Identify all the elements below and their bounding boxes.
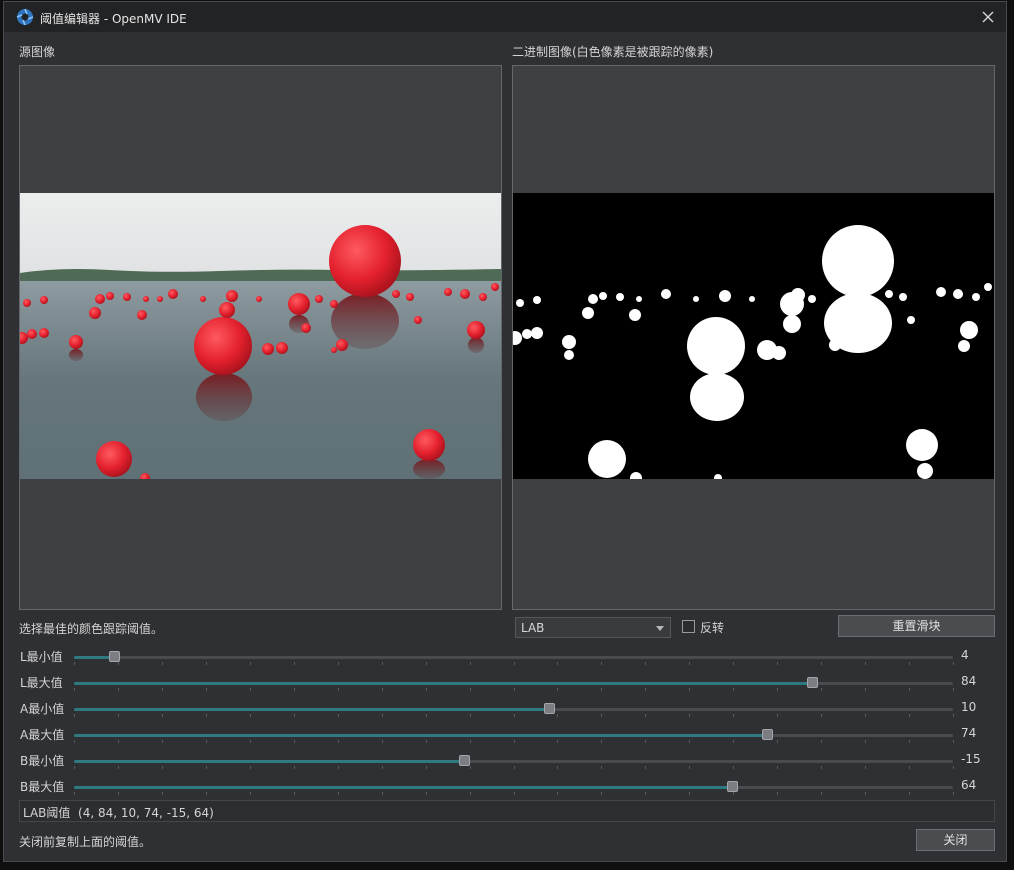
source-image-label: 源图像 <box>19 45 56 59</box>
slider-label: B最小值 <box>20 754 65 768</box>
slider-value: 64 <box>961 778 977 792</box>
slider-fill <box>74 682 813 685</box>
slider-label: A最小值 <box>20 702 65 716</box>
reset-sliders-button[interactable]: 重置滑块 <box>838 615 995 637</box>
slider-row: B最大值 64 <box>4 778 1006 798</box>
color-space-select[interactable]: LAB <box>515 617 671 638</box>
slider-handle[interactable] <box>807 677 819 688</box>
slider-fill <box>74 656 114 659</box>
invert-checkbox[interactable] <box>682 620 695 633</box>
slider-row: B最小值 -15 <box>4 752 1006 772</box>
slider-value: 4 <box>961 648 969 662</box>
slider-track[interactable] <box>74 734 953 737</box>
instruction-text: 选择最佳的颜色跟踪阈值。 <box>19 622 164 636</box>
source-image <box>20 193 501 479</box>
slider-handle[interactable] <box>108 651 120 662</box>
slider-label: L最大值 <box>20 676 63 690</box>
slider-ticks <box>74 792 954 796</box>
slider-row: A最大值 74 <box>4 726 1006 746</box>
slider-fill <box>74 734 767 737</box>
slider-fill <box>74 760 465 763</box>
threshold-result: LAB阈值 (4, 84, 10, 74, -15, 64) <box>19 800 995 822</box>
footer-note: 关闭前复制上面的阈值。 <box>19 835 152 849</box>
slider-track[interactable] <box>74 682 953 685</box>
slider-label: A最大值 <box>20 728 65 742</box>
slider-ticks <box>74 740 954 744</box>
chevron-down-icon <box>656 626 664 631</box>
slider-track[interactable] <box>74 786 953 789</box>
binary-image-label: 二进制图像(白色像素是被跟踪的像素) <box>512 45 714 59</box>
slider-fill <box>74 708 549 711</box>
invert-label[interactable]: 反转 <box>700 619 724 636</box>
openmv-aperture-icon <box>16 8 34 26</box>
slider-row: L最小值 4 <box>4 648 1006 668</box>
threshold-editor-window: 阈值编辑器 - OpenMV IDE 源图像 二进制图像(白色像素是被跟踪的像素… <box>3 1 1007 862</box>
slider-track[interactable] <box>74 656 953 659</box>
slider-label: L最小值 <box>20 650 63 664</box>
slider-value: 10 <box>961 700 977 714</box>
slider-track[interactable] <box>74 760 953 763</box>
binary-image-pane <box>512 65 995 610</box>
slider-ticks <box>74 662 954 666</box>
slider-row: A最小值 10 <box>4 700 1006 720</box>
result-label: LAB阈值 <box>23 806 71 820</box>
slider-value: 74 <box>961 726 977 740</box>
slider-ticks <box>74 714 954 718</box>
slider-handle[interactable] <box>543 703 555 714</box>
binary-image <box>513 193 994 479</box>
slider-ticks <box>74 688 954 692</box>
slider-handle[interactable] <box>761 729 773 740</box>
slider-value: -15 <box>961 752 981 766</box>
slider-fill <box>74 786 733 789</box>
slider-value: 84 <box>961 674 977 688</box>
slider-ticks <box>74 766 954 770</box>
color-space-value: LAB <box>521 621 545 635</box>
slider-handle[interactable] <box>727 781 739 792</box>
close-button[interactable]: 关闭 <box>916 829 995 851</box>
slider-row: L最大值 84 <box>4 674 1006 694</box>
slider-track[interactable] <box>74 708 953 711</box>
result-value: (4, 84, 10, 74, -15, 64) <box>78 806 214 820</box>
close-window-button[interactable] <box>974 2 1002 32</box>
slider-handle[interactable] <box>459 755 471 766</box>
source-image-pane <box>19 65 502 610</box>
window-title: 阈值编辑器 - OpenMV IDE <box>40 12 187 26</box>
title-bar: 阈值编辑器 - OpenMV IDE <box>4 2 1006 32</box>
slider-label: B最大值 <box>20 780 65 794</box>
close-icon <box>982 11 994 23</box>
